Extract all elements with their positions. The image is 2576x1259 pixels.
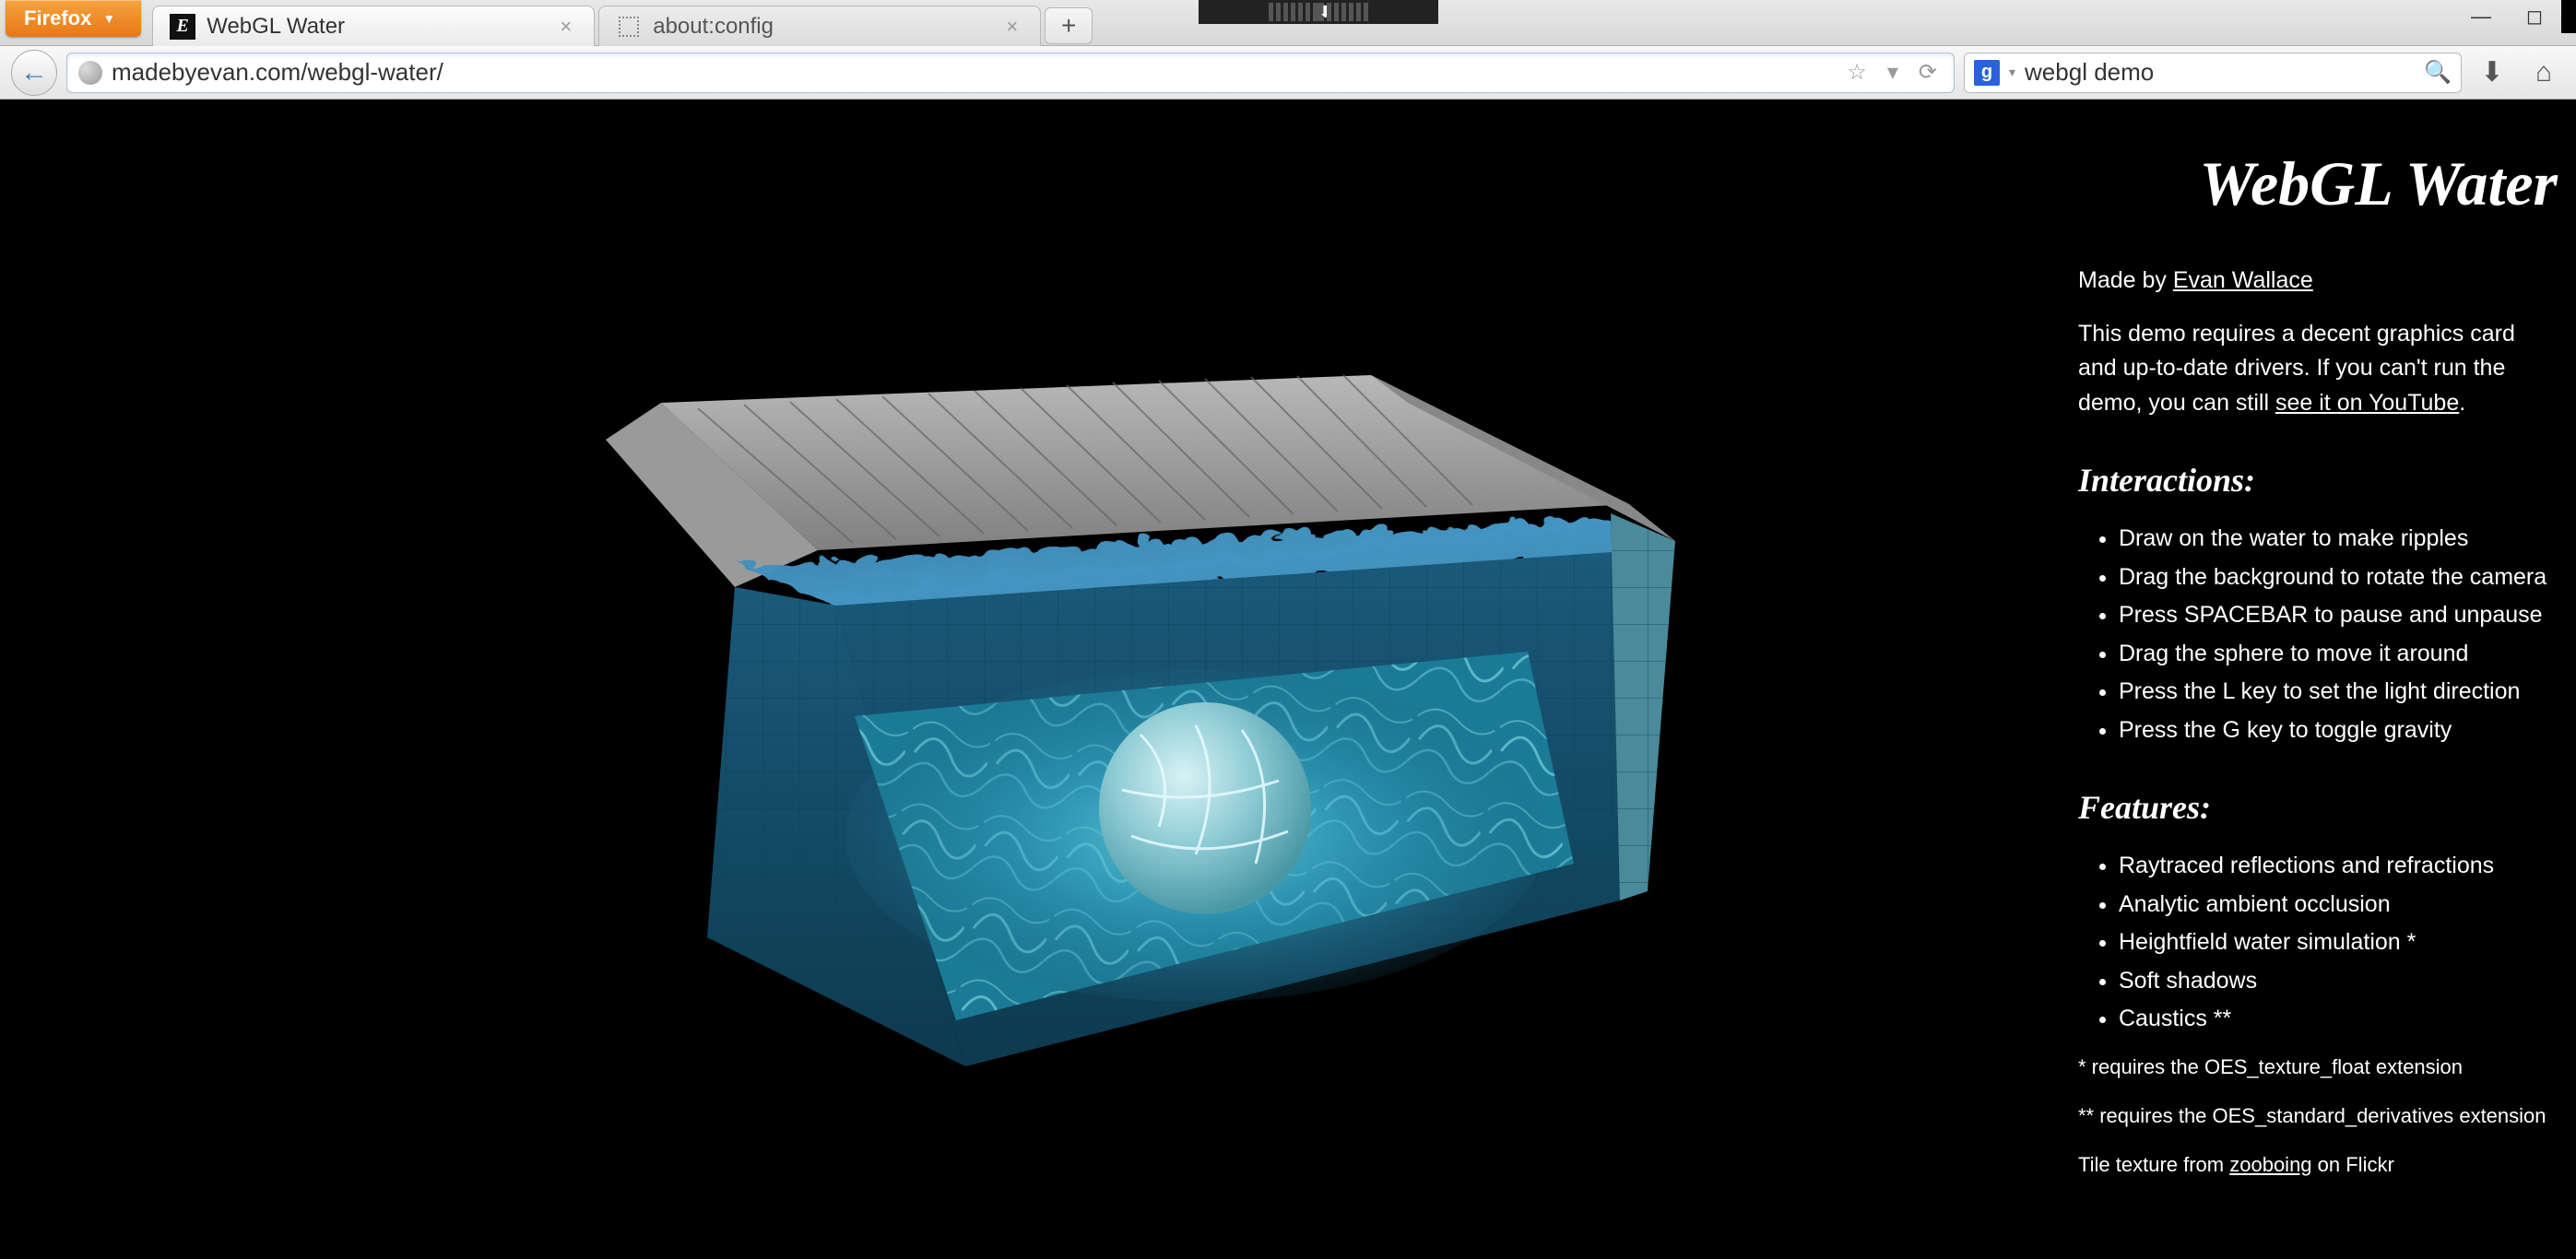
- tile-credit: Tile texture from zooboing on Flickr: [2078, 1149, 2558, 1180]
- back-button[interactable]: ←: [11, 50, 57, 96]
- tab-title: about:config: [653, 14, 774, 40]
- features-list: Raytraced reflections and refractions An…: [2078, 849, 2558, 1037]
- tab-close-button[interactable]: ×: [554, 13, 577, 41]
- search-bar[interactable]: g ▾ 🔍: [1964, 53, 2462, 93]
- footnote-1: * requires the OES_texture_float extensi…: [2078, 1052, 2558, 1082]
- bookmark-star-icon[interactable]: ☆: [1841, 59, 1873, 86]
- search-input[interactable]: [2025, 58, 2415, 87]
- list-item: Drag the background to rotate the camera: [2119, 560, 2558, 595]
- dropdown-icon[interactable]: ▾: [1882, 59, 1904, 86]
- down-arrow-icon: ⬇: [1313, 3, 1324, 21]
- list-item: Raytraced reflections and refractions: [2119, 849, 2558, 884]
- list-item: Press the G key to toggle gravity: [2119, 713, 2558, 748]
- window-controls: — ◻: [2454, 0, 2576, 33]
- engine-dropdown-icon[interactable]: ▾: [2009, 65, 2015, 80]
- byline: Made by Evan Wallace: [2078, 264, 2558, 299]
- firefox-button-label: Firefox: [24, 6, 91, 30]
- dropdown-triangle-icon: ▼: [102, 11, 115, 26]
- firefox-menu-button[interactable]: Firefox ▼: [6, 0, 141, 37]
- on-screen-keyboard-snippet: ⬇: [1199, 0, 1438, 24]
- page-content: WebGL Water Made by Evan Wallace This de…: [0, 100, 2576, 1259]
- youtube-link[interactable]: see it on YouTube: [2275, 390, 2459, 416]
- window-close-button[interactable]: [2561, 0, 2576, 33]
- globe-icon: [78, 61, 102, 85]
- list-item: Heightfield water simulation *: [2119, 925, 2558, 960]
- home-button[interactable]: ⌂: [2523, 52, 2565, 94]
- interactions-heading: Interactions:: [2078, 455, 2558, 505]
- tab-about-config[interactable]: about:config ×: [598, 6, 1041, 46]
- search-engine-icon[interactable]: g: [1974, 60, 2000, 86]
- favicon-icon: E: [170, 14, 195, 40]
- minimize-button[interactable]: —: [2454, 0, 2508, 33]
- page-title: WebGL Water: [2078, 136, 2558, 230]
- requirements-text: This demo requires a decent graphics car…: [2078, 317, 2558, 421]
- credit-link[interactable]: zooboing: [2229, 1153, 2311, 1176]
- tabs-container: E WebGL Water × about:config × +: [152, 0, 1093, 46]
- footnote-2: ** requires the OES_standard_derivatives…: [2078, 1100, 2558, 1131]
- address-bar[interactable]: ☆ ▾ ⟳: [66, 53, 1955, 93]
- list-item: Press SPACEBAR to pause and unpause: [2119, 598, 2558, 633]
- list-item: Press the L key to set the light directi…: [2119, 675, 2558, 710]
- list-item: Caustics **: [2119, 1002, 2558, 1037]
- author-link[interactable]: Evan Wallace: [2173, 267, 2313, 293]
- interactions-list: Draw on the water to make ripples Drag t…: [2078, 522, 2558, 747]
- favicon-icon: [616, 14, 642, 40]
- list-item: Draw on the water to make ripples: [2119, 522, 2558, 557]
- tab-title: WebGL Water: [207, 14, 345, 40]
- tab-close-button[interactable]: ×: [1000, 13, 1023, 41]
- new-tab-button[interactable]: +: [1045, 7, 1093, 44]
- tab-webgl-water[interactable]: E WebGL Water ×: [152, 6, 595, 46]
- water-pool-render[interactable]: [394, 218, 1684, 1140]
- list-item: Soft shadows: [2119, 964, 2558, 999]
- maximize-button[interactable]: ◻: [2508, 0, 2561, 33]
- list-item: Drag the sphere to move it around: [2119, 637, 2558, 672]
- search-magnify-icon[interactable]: 🔍: [2424, 59, 2452, 86]
- url-input[interactable]: [112, 58, 1832, 87]
- info-panel: WebGL Water Made by Evan Wallace This de…: [2078, 100, 2576, 1259]
- webgl-canvas-area[interactable]: [0, 100, 2078, 1259]
- downloads-button[interactable]: ⬇: [2471, 52, 2513, 94]
- tab-strip-row: Firefox ▼ E WebGL Water × about:config ×…: [0, 0, 2576, 46]
- reload-icon[interactable]: ⟳: [1913, 59, 1943, 86]
- features-heading: Features:: [2078, 782, 2558, 832]
- navigation-toolbar: ← ☆ ▾ ⟳ g ▾ 🔍 ⬇ ⌂: [0, 46, 2576, 100]
- list-item: Analytic ambient occlusion: [2119, 888, 2558, 923]
